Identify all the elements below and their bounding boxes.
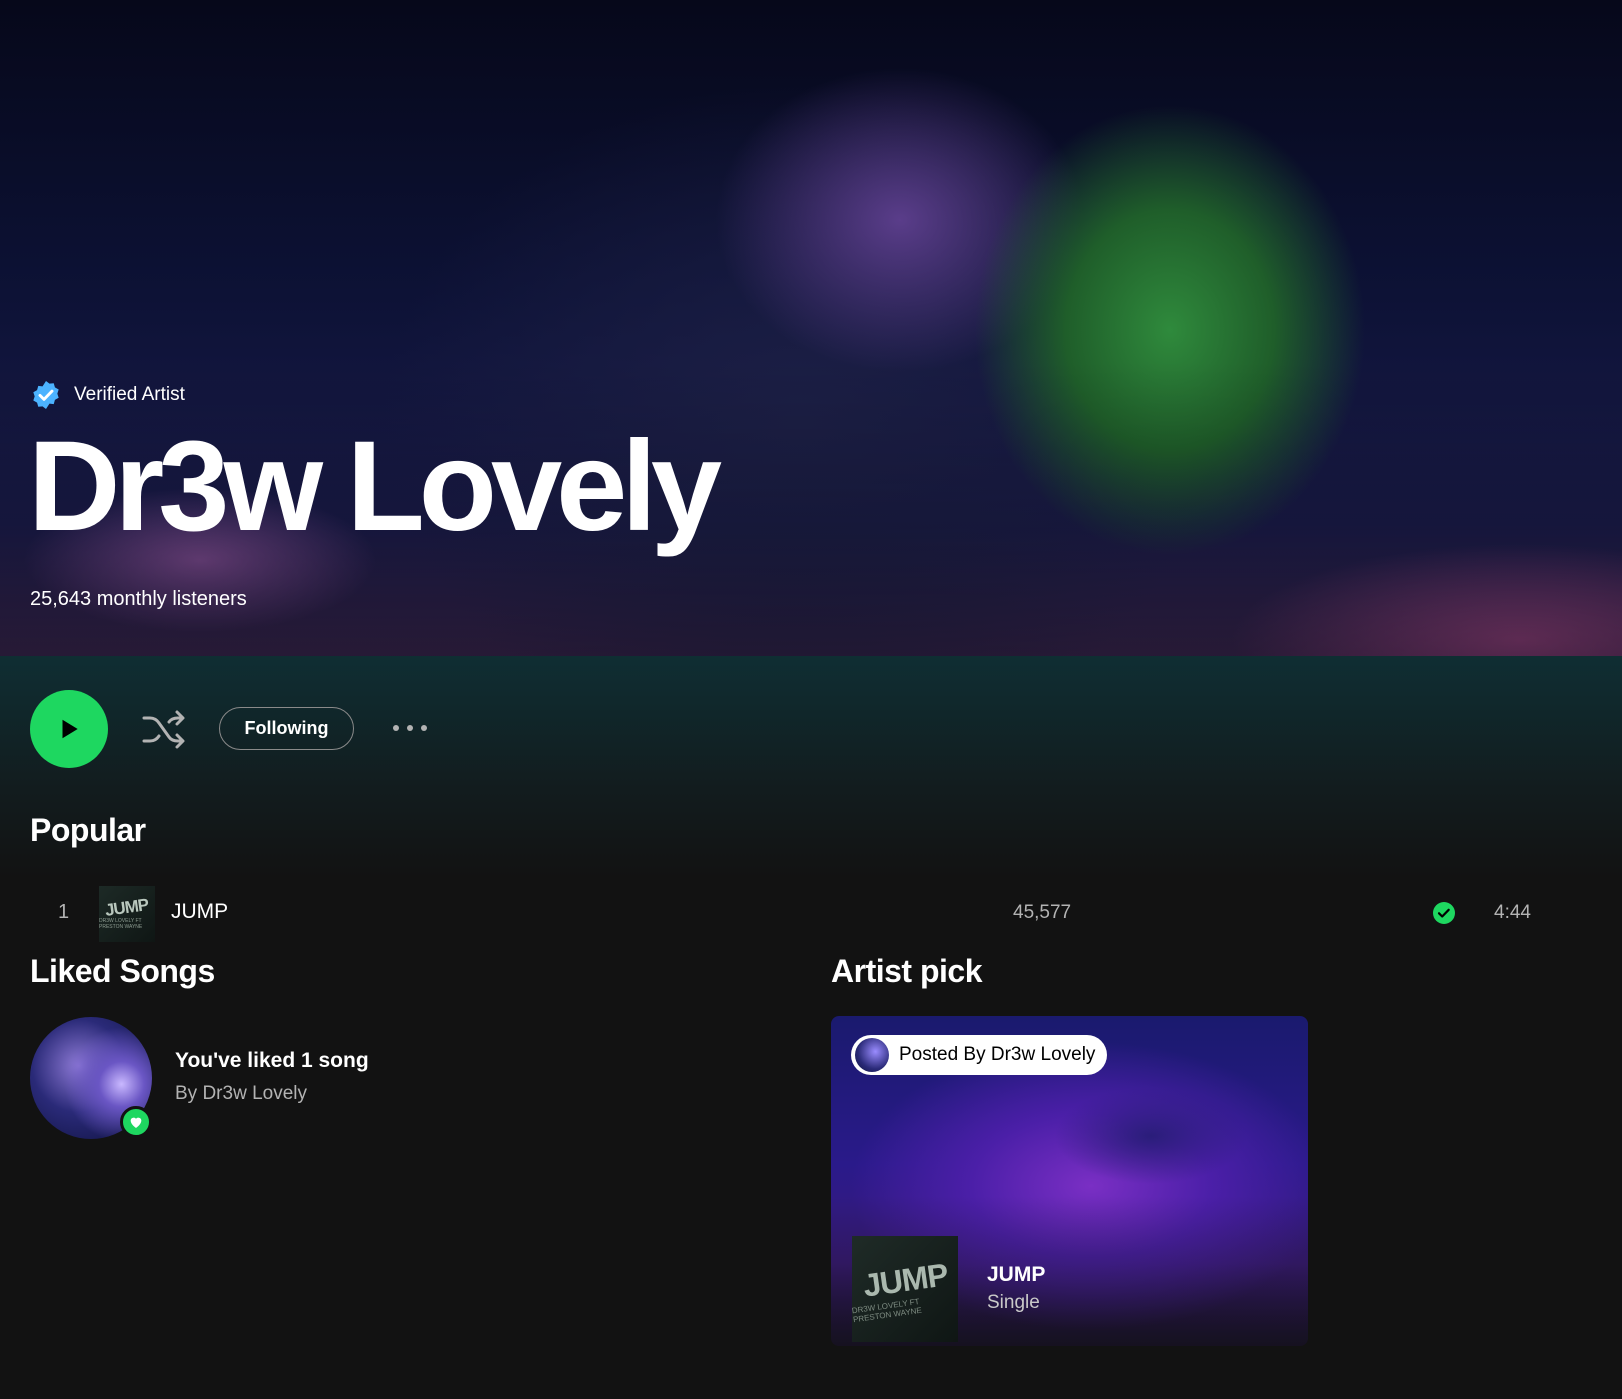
track-row[interactable]: 1 JUMP DR3W LOVELY FT PRESTON WAYNE JUMP… [30,884,1570,942]
artist-name-title: Dr3w Lovely [28,415,722,558]
artist-pick-section-title: Artist pick [831,953,982,989]
track-play-count: 45,577 [1013,902,1072,923]
verified-artist-label: Verified Artist [74,384,185,405]
pick-cover-art: JUMP DR3W LOVELY FT PRESTON WAYNE [851,1236,958,1342]
liked-songs-section-title: Liked Songs [30,953,215,989]
artist-pick-card[interactable]: Posted By Dr3w Lovely JUMP DR3W LOVELY F… [831,1016,1308,1346]
pick-item-type: Single [987,1292,1040,1313]
liked-heart-badge [120,1106,152,1138]
track-rank: 1 [58,901,70,923]
monthly-listeners: 25,643 monthly listeners [30,588,247,610]
track-duration: 4:44 [1494,902,1531,923]
content-background [0,656,1622,1399]
play-icon [62,719,78,739]
verified-artist-badge: Verified Artist [30,379,185,411]
following-button[interactable]: Following [219,707,354,750]
track-cover-art: JUMP DR3W LOVELY FT PRESTON WAYNE [99,886,155,942]
play-button[interactable] [30,690,108,768]
liked-songs-by: By Dr3w Lovely [175,1083,307,1104]
shuffle-icon[interactable] [140,705,188,753]
popular-section-title: Popular [30,812,146,848]
artist-avatar [855,1038,889,1072]
verified-badge-icon [33,381,59,409]
more-dot [407,725,413,731]
artist-hero-banner: Verified Artist Dr3w Lovely 25,643 month… [0,0,1622,656]
liked-songs-summary[interactable]: You've liked 1 song [175,1049,369,1073]
saved-check-icon[interactable] [1432,901,1456,925]
more-options-button[interactable] [388,716,432,740]
more-dot [421,725,427,731]
heart-icon [130,1117,142,1128]
posted-by-pill: Posted By Dr3w Lovely [851,1035,1108,1075]
pick-item-title[interactable]: JUMP [987,1263,1045,1287]
more-dot [393,725,399,731]
track-title[interactable]: JUMP [171,900,228,924]
posted-by-label: Posted By Dr3w Lovely [899,1044,1096,1065]
